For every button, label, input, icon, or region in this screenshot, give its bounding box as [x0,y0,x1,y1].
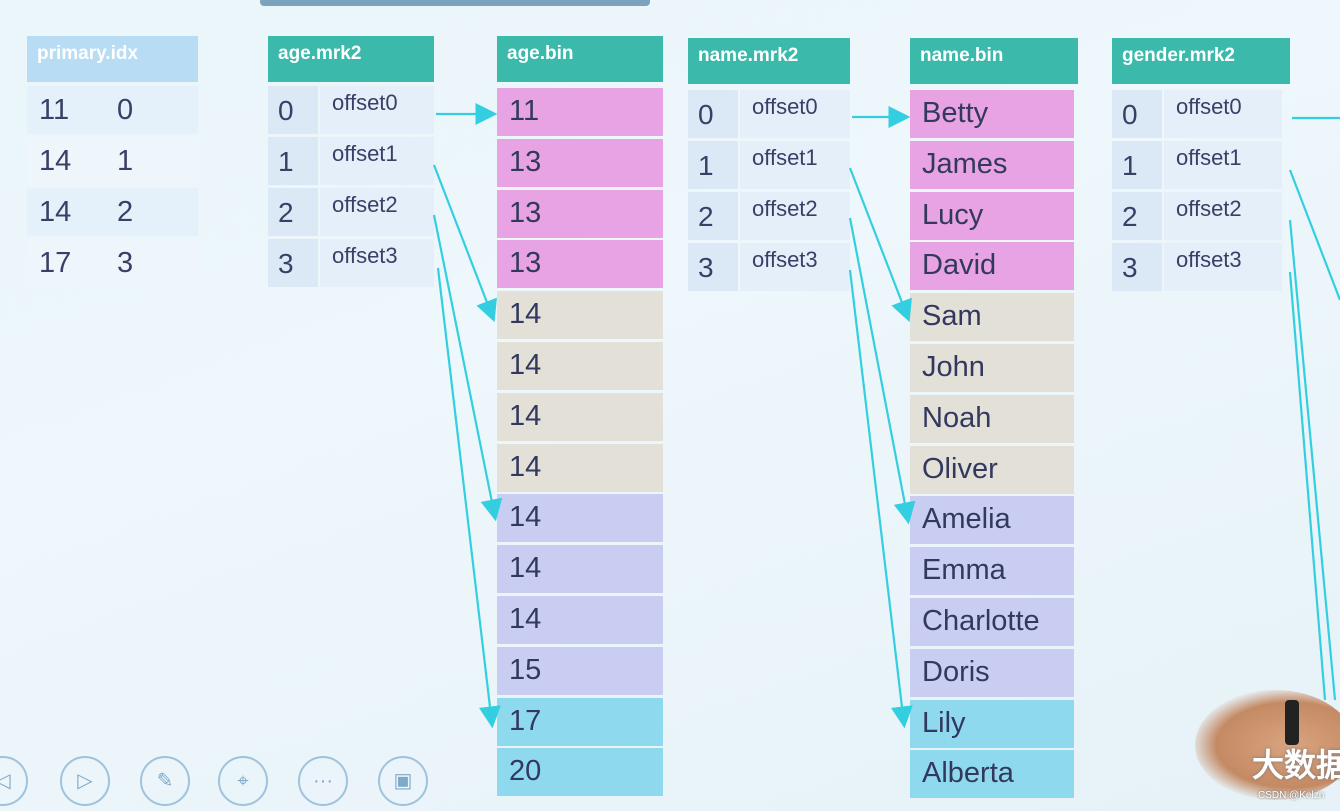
pointer-icon[interactable]: ⌖ [218,756,268,806]
gender-offset3-arrow [1288,271,1327,701]
more-icon[interactable]: ··· [298,756,348,806]
gender-offset2-arrow [1288,219,1337,701]
age-offset3-arrow [436,267,501,729]
watermark-text: 大数据 [1252,747,1340,783]
play-icon[interactable]: ▷ [60,756,110,806]
gender-offset1-arrow [1288,169,1340,301]
name-offset1-arrow [848,167,912,323]
age-offset2-arrow [432,214,503,522]
screen-icon[interactable]: ▣ [378,756,428,806]
name-offset2-arrow [848,217,916,525]
name-offset3-arrow [848,269,913,729]
credit-text: CSDN @Kelzn [1258,790,1325,801]
presenter-watch-band [1285,700,1299,745]
pen-icon[interactable]: ✎ [140,756,190,806]
age-offset1-arrow [432,164,497,323]
offset-arrows [432,103,1340,729]
